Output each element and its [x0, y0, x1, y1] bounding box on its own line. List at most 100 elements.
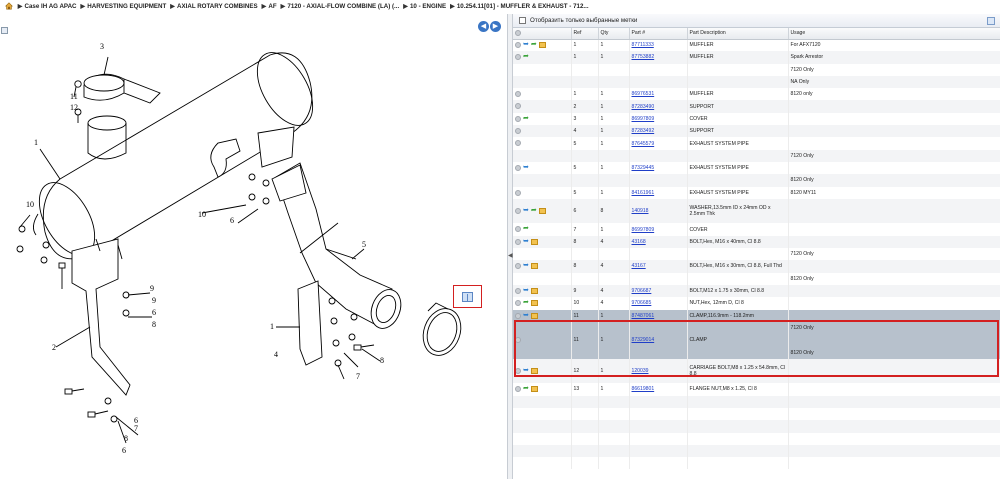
callout[interactable]: 9 — [150, 284, 154, 293]
replaces-icon[interactable]: ➦ — [523, 385, 529, 392]
replaces-icon[interactable]: ➦ — [523, 115, 529, 122]
table-row[interactable] — [513, 420, 1000, 433]
callout[interactable]: 12 — [70, 103, 78, 112]
replaced-by-icon[interactable]: ➥ — [523, 312, 529, 319]
callout[interactable]: 1 — [270, 322, 274, 331]
table-row[interactable]: 7120 Only — [513, 149, 1000, 162]
part-number-link[interactable]: 86997809 — [632, 227, 655, 233]
select-icon[interactable] — [515, 140, 521, 147]
replaced-by-icon[interactable]: ➥ — [523, 41, 529, 48]
breadcrumb-item[interactable]: Case IH AG APAC — [25, 3, 77, 10]
package-icon[interactable] — [538, 42, 546, 49]
breadcrumb-item[interactable]: AXIAL ROTARY COMBINES — [177, 3, 258, 10]
table-row[interactable]: 5 1 87645579 EXHAUST SYSTEM PIPE — [513, 137, 1000, 150]
table-row[interactable]: ➥ 12 1 120039 CARRIAGE BOLT,M8 x 1.25 x 54.8… — [513, 358, 1000, 384]
package-icon[interactable] — [530, 263, 538, 270]
collapse-arrow-icon[interactable]: ◀ — [508, 251, 513, 261]
callout[interactable]: 1 — [34, 138, 38, 147]
callout[interactable]: 6 — [134, 416, 138, 425]
table-row[interactable]: 4 1 87283492 SUPPORT — [513, 125, 1000, 138]
select-icon[interactable] — [515, 312, 521, 319]
part-number-link[interactable]: 87329445 — [632, 165, 655, 171]
table-row[interactable]: ➦ 1 1 87753882 MUFFLER Spark Arrestor — [513, 51, 1000, 64]
callout[interactable]: 6 — [152, 308, 156, 317]
part-number-link[interactable]: 87283490 — [632, 104, 655, 110]
select-icon[interactable] — [515, 287, 521, 294]
select-icon[interactable] — [515, 42, 521, 49]
table-row[interactable]: 8120 Only — [513, 346, 1000, 359]
part-number-link[interactable]: 84161961 — [632, 190, 655, 196]
part-number-link[interactable]: 86976531 — [632, 91, 655, 97]
select-icon[interactable] — [515, 263, 521, 270]
table-row[interactable]: 7120 Only — [513, 248, 1000, 261]
callout[interactable]: 2 — [52, 343, 56, 352]
table-row[interactable]: ➥ ➦ 1 1 87711333 MUFFLER For AFX7120 — [513, 39, 1000, 52]
breadcrumb-item[interactable]: AF — [268, 3, 276, 10]
column-header[interactable]: Ref — [571, 28, 599, 40]
table-row[interactable] — [513, 432, 1000, 445]
part-number-link[interactable]: 86997809 — [632, 116, 655, 122]
table-row[interactable] — [513, 407, 1000, 421]
replaces-icon[interactable]: ➦ — [531, 207, 537, 214]
callout[interactable]: 8 — [380, 356, 384, 365]
select-icon[interactable] — [515, 91, 521, 98]
table-row[interactable]: 1 1 86976531 MUFFLER 8120 only — [513, 88, 1000, 101]
table-row[interactable] — [513, 395, 1000, 408]
table-row[interactable]: ➦ 7 1 86997809 COVER — [513, 223, 1000, 236]
select-icon[interactable] — [515, 207, 521, 214]
part-number-link[interactable]: 140918 — [632, 208, 649, 214]
select-icon[interactable] — [515, 164, 521, 171]
select-icon[interactable] — [515, 189, 521, 196]
callout[interactable]: 7 — [356, 372, 360, 381]
package-icon[interactable] — [530, 312, 538, 319]
part-number-link[interactable]: 120039 — [632, 368, 649, 374]
selected-callout-marker[interactable] — [453, 285, 482, 308]
table-row[interactable]: 8120 Only — [513, 272, 1000, 285]
part-number-link[interactable]: 87487061 — [632, 313, 655, 319]
callout[interactable]: 4 — [274, 350, 278, 359]
table-row[interactable] — [513, 444, 1000, 458]
callout[interactable]: 5 — [362, 240, 366, 249]
part-number-link[interactable]: 87283492 — [632, 128, 655, 134]
breadcrumb-item[interactable]: 7120 - AXIAL-FLOW COMBINE (LA) (... — [287, 3, 399, 10]
table-row[interactable]: 7120 Only — [513, 63, 1000, 76]
exploded-parts-diagram[interactable]: 3 11 12 1 10 10 6 9 6 8 9 2 5 1 4 7 8 6 … — [0, 27, 507, 479]
replaces-icon[interactable]: ➦ — [523, 299, 529, 306]
table-row[interactable]: 5 1 84161961 EXHAUST SYSTEM PIPE 8120 MY11 — [513, 186, 1000, 199]
package-icon[interactable] — [530, 367, 538, 374]
table-row[interactable]: ➥ ➦ 6 8 140918 WASHER,13.5mm ID x 24mm OD x 2… — [513, 198, 1000, 224]
select-icon[interactable] — [515, 115, 521, 122]
select-icon[interactable] — [515, 54, 521, 61]
home-icon[interactable] — [5, 2, 13, 10]
select-icon[interactable] — [515, 103, 521, 110]
replaced-by-icon[interactable]: ➥ — [523, 238, 529, 245]
package-icon[interactable] — [530, 386, 538, 393]
package-icon[interactable] — [530, 287, 538, 294]
replaced-by-icon[interactable]: ➥ — [523, 367, 529, 374]
table-row[interactable]: 8120 Only — [513, 174, 1000, 187]
table-row[interactable]: ➥ 9 4 9706687 BOLT,M12 x 1.75 x 30mm, Cl 8.8 — [513, 284, 1000, 298]
replaces-icon[interactable]: ➦ — [523, 53, 529, 60]
part-number-link[interactable]: 87645579 — [632, 141, 655, 147]
table-row[interactable]: ➥ 8 4 43167 BOLT,Hex, M16 x 30mm, Cl 8.8, Fu… — [513, 260, 1000, 273]
callout[interactable]: 8 — [124, 434, 128, 443]
part-number-link[interactable]: 87711333 — [632, 42, 654, 48]
callout[interactable]: 10 — [26, 200, 34, 209]
select-icon[interactable] — [515, 300, 521, 307]
table-row[interactable]: ➥ 5 1 87329445 EXHAUST SYSTEM PIPE — [513, 161, 1000, 175]
part-number-link[interactable]: 43168 — [632, 239, 646, 245]
package-icon[interactable] — [530, 238, 538, 245]
show-selected-checkbox[interactable] — [519, 17, 526, 24]
table-row[interactable]: ➦ 10 4 9706685 NUT,Hex, 12mm D, Cl 8 — [513, 297, 1000, 310]
table-row[interactable]: NA Only — [513, 75, 1000, 89]
table-row[interactable]: 7120 Only — [513, 321, 1000, 335]
replaces-icon[interactable]: ➦ — [523, 225, 529, 232]
select-icon[interactable] — [515, 386, 521, 393]
column-header[interactable]: Qty — [598, 28, 630, 40]
part-number-link[interactable]: 43167 — [632, 263, 646, 269]
part-number-link[interactable]: 87753882 — [632, 54, 655, 60]
part-number-link[interactable]: 86619801 — [632, 386, 655, 392]
select-all-column[interactable] — [513, 28, 572, 40]
table-row[interactable]: ➥ 8 4 43168 BOLT,Hex, M16 x 40mm, Cl 8.8 — [513, 235, 1000, 249]
select-icon[interactable] — [515, 238, 521, 245]
